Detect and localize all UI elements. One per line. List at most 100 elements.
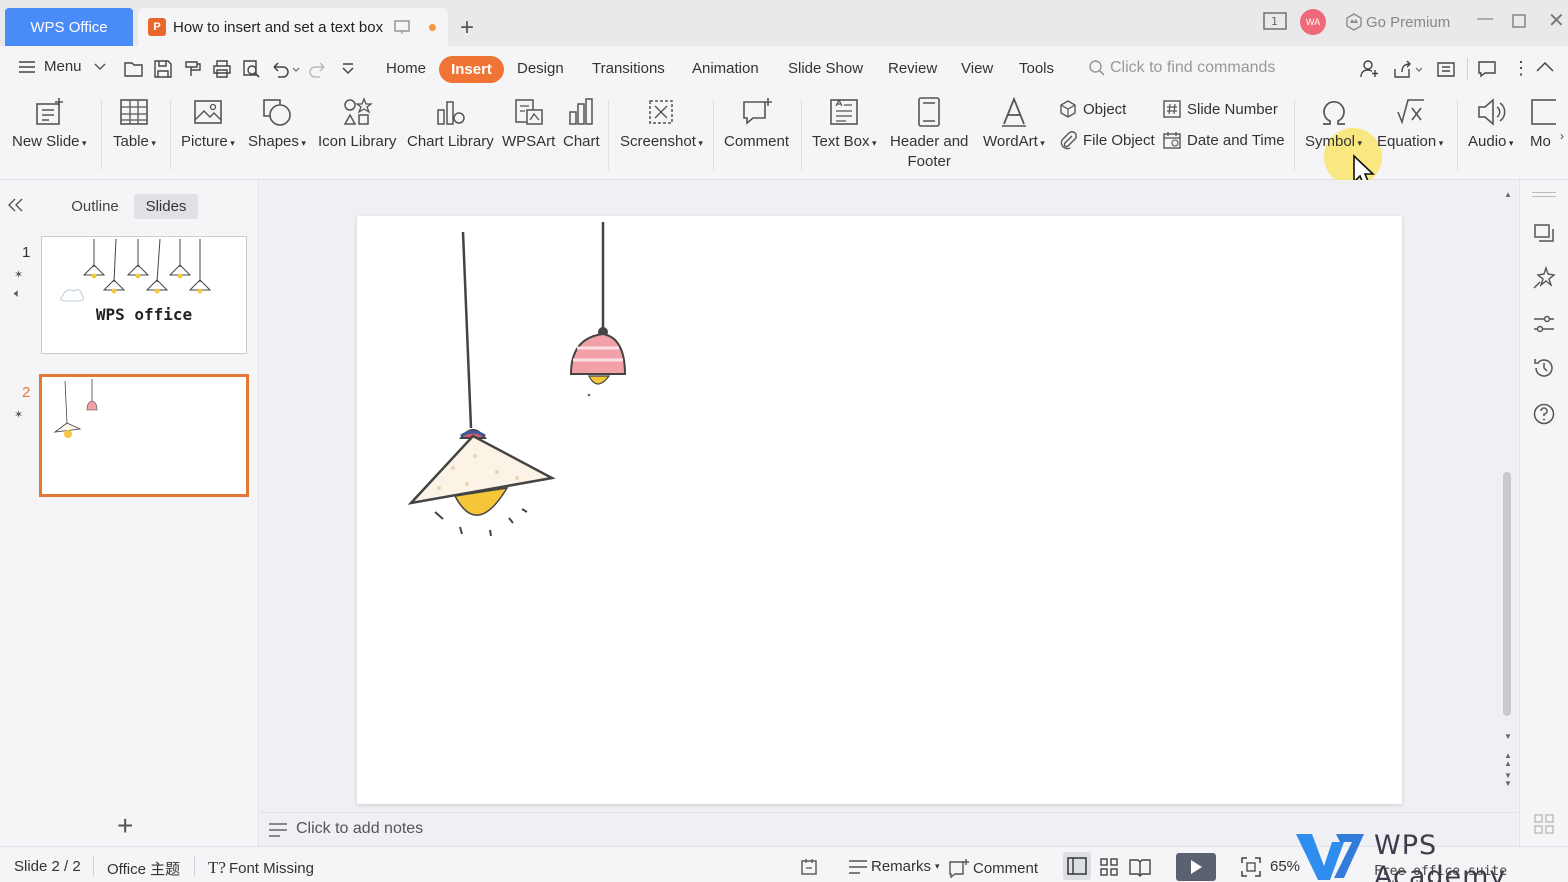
layout-icon[interactable]: 1 xyxy=(1262,11,1288,33)
command-search-placeholder: Click to find commands xyxy=(1110,59,1276,76)
tab-insert-label: Insert xyxy=(451,61,492,78)
comment-label: Comment xyxy=(724,133,790,150)
maximize-icon[interactable] xyxy=(1512,14,1526,28)
equation-button[interactable]: Equation ▾ xyxy=(1377,96,1443,153)
document-tab[interactable]: P How to insert and set a text box xyxy=(138,8,448,46)
fit-to-window-icon[interactable] xyxy=(1241,857,1261,877)
comment-panel-icon[interactable] xyxy=(1477,60,1497,78)
play-slideshow-button[interactable] xyxy=(1176,853,1216,881)
new-tab-plus-icon[interactable]: + xyxy=(460,14,474,42)
animation-star-icon: ✶ xyxy=(14,409,24,421)
collapse-ribbon-icon[interactable] xyxy=(1436,59,1456,79)
slide-thumbnail-1[interactable]: WPS office xyxy=(41,236,247,354)
previous-slide-icon[interactable]: ▲ ▲ xyxy=(1504,752,1512,768)
help-icon[interactable] xyxy=(1532,402,1556,426)
slide-transition-icon[interactable] xyxy=(1532,222,1556,246)
history-icon[interactable] xyxy=(1532,356,1556,380)
current-slide-canvas[interactable] xyxy=(357,216,1402,804)
wps-academy-logo-icon xyxy=(1296,834,1364,880)
slide-number-button[interactable]: Slide Number xyxy=(1162,99,1278,119)
ribbon-scroll-right-icon[interactable]: › xyxy=(1556,96,1568,176)
chart-button[interactable]: Chart xyxy=(563,96,600,152)
tab-design[interactable]: Design xyxy=(517,56,564,82)
new-slide-button[interactable]: New Slide ▾ xyxy=(12,96,87,153)
wpsart-button[interactable]: WPSArt xyxy=(502,96,555,152)
format-painter-icon[interactable] xyxy=(183,59,203,79)
slide-sorter-view-icon[interactable] xyxy=(1099,857,1119,877)
screenshot-button[interactable]: Screenshot ▾ xyxy=(620,96,703,153)
status-comment-button[interactable]: Comment xyxy=(948,858,1038,878)
normal-view-button-active[interactable] xyxy=(1063,852,1091,880)
slide-thumbnail-2-selected[interactable] xyxy=(39,374,249,497)
audio-button[interactable]: Audio ▾ xyxy=(1468,96,1513,153)
collaborate-icon[interactable] xyxy=(1360,59,1380,79)
font-missing-button[interactable]: T? Font Missing xyxy=(208,858,314,878)
print-preview-icon[interactable] xyxy=(241,59,261,79)
tab-tools[interactable]: Tools xyxy=(1019,56,1054,82)
redo-icon[interactable] xyxy=(308,59,328,79)
tab-slide-show[interactable]: Slide Show xyxy=(788,56,863,82)
minimize-icon[interactable]: — xyxy=(1477,10,1493,28)
icon-library-label: Icon Library xyxy=(318,133,397,150)
share-icon[interactable] xyxy=(1392,59,1424,79)
slide-sorter-toggle-icon[interactable] xyxy=(800,858,818,876)
icon-library-button[interactable]: Icon Library xyxy=(318,96,396,152)
comment-button[interactable]: Comment xyxy=(724,96,789,152)
wordart-button[interactable]: WordArt ▾ xyxy=(983,96,1045,153)
scroll-down-arrow-icon[interactable]: ▼ xyxy=(1504,732,1512,741)
slide-number-label: Slide Number xyxy=(1187,100,1278,118)
table-button[interactable]: Table ▾ xyxy=(113,96,156,153)
open-folder-icon[interactable] xyxy=(124,60,144,78)
tab-view[interactable]: View xyxy=(961,56,993,82)
screenshot-icon xyxy=(649,100,674,124)
object-button[interactable]: Object xyxy=(1058,99,1126,119)
add-slide-plus-icon[interactable]: + xyxy=(117,812,133,840)
tab-slides[interactable]: Slides xyxy=(134,194,198,219)
date-time-button[interactable]: Date and Time xyxy=(1162,130,1285,150)
menu-label: Menu xyxy=(44,58,82,75)
reading-view-icon[interactable] xyxy=(1129,857,1151,877)
scrollbar-thumb[interactable] xyxy=(1503,472,1511,716)
search-icon xyxy=(1089,60,1105,76)
symbol-button[interactable]: Symbol ▾ xyxy=(1305,96,1362,153)
chevron-up-icon[interactable] xyxy=(1536,61,1554,73)
shapes-button[interactable]: Shapes ▾ xyxy=(248,96,306,153)
header-footer-label-line1: Header and xyxy=(890,133,969,150)
scroll-up-arrow-icon[interactable]: ▲ xyxy=(1504,190,1512,199)
remarks-button[interactable]: Remarks ▾ xyxy=(848,858,940,875)
properties-sliders-icon[interactable] xyxy=(1532,312,1556,336)
tab-animation[interactable]: Animation xyxy=(692,56,759,82)
save-icon[interactable] xyxy=(153,59,173,79)
file-object-button[interactable]: File Object xyxy=(1058,130,1155,150)
user-avatar[interactable]: WA xyxy=(1300,9,1326,35)
animation-star-icon[interactable] xyxy=(1532,266,1556,290)
command-search[interactable]: Click to find commands xyxy=(1088,59,1275,77)
vertical-scrollbar[interactable]: ▲ ▼ ▲ ▲ ▼ ▼ xyxy=(1500,186,1514,788)
go-premium-button[interactable]: Go Premium xyxy=(1344,12,1450,32)
tab-transitions[interactable]: Transitions xyxy=(592,56,665,82)
next-slide-icon[interactable]: ▼ ▼ xyxy=(1504,772,1512,788)
menubar-divider xyxy=(1467,58,1468,80)
header-footer-button[interactable]: Header and Footer xyxy=(890,96,968,172)
premium-icon xyxy=(1346,13,1362,31)
wps-office-home-tab[interactable]: WPS Office xyxy=(5,8,133,46)
tab-outline[interactable]: Outline xyxy=(64,194,126,219)
tab-home[interactable]: Home xyxy=(386,56,426,82)
theme-status[interactable]: Office 主题 xyxy=(107,858,180,879)
slide-1-caption: WPS office xyxy=(95,305,193,324)
picture-button[interactable]: Picture ▾ xyxy=(181,96,235,153)
menu-button[interactable]: Menu xyxy=(18,58,106,75)
collapse-panel-icon[interactable] xyxy=(8,198,24,212)
chart-library-button[interactable]: Chart Library xyxy=(407,96,494,152)
watermark-tagline: Free office suite tutorials xyxy=(1374,864,1508,882)
tab-insert[interactable]: Insert xyxy=(439,56,504,83)
text-box-button[interactable]: Text Box ▾ xyxy=(812,96,877,153)
more-options-icon[interactable]: ⋮ xyxy=(1512,58,1530,79)
tab-review[interactable]: Review xyxy=(888,56,937,82)
undo-icon[interactable] xyxy=(270,59,300,79)
print-icon[interactable] xyxy=(212,59,232,79)
close-icon[interactable]: ✕ xyxy=(1548,8,1565,33)
customize-quick-access-icon[interactable] xyxy=(340,62,356,76)
notes-placeholder: Click to add notes xyxy=(296,820,424,837)
symbol-label: Symbol xyxy=(1305,133,1356,150)
